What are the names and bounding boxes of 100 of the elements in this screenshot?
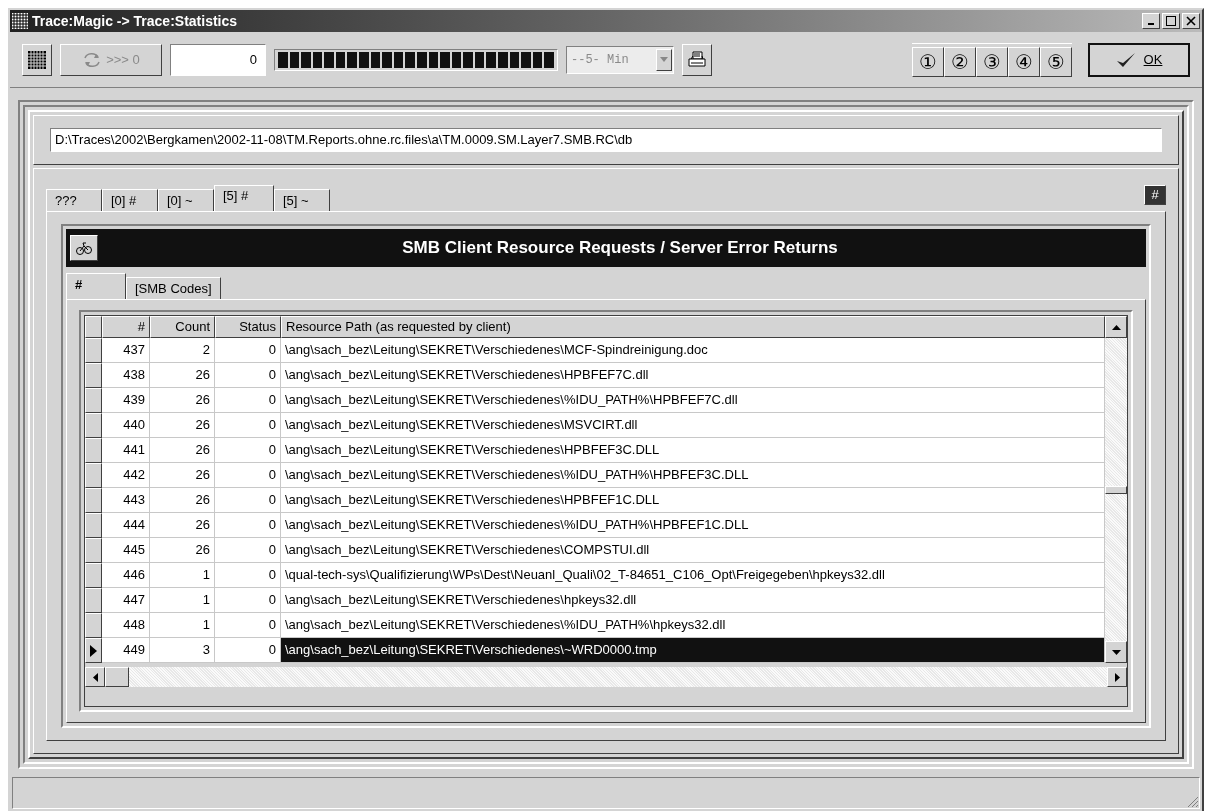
minimize-button[interactable]	[1142, 13, 1160, 29]
scroll-thumb[interactable]	[105, 667, 129, 687]
corner-button[interactable]: #	[1144, 185, 1166, 205]
row-indicator[interactable]	[85, 513, 102, 538]
table-cell: \ang\sach_bez\Leitung\SEKRET\Verschiedenes\~WRD0000.tmp	[281, 638, 1105, 663]
row-indicator[interactable]	[85, 563, 102, 588]
table-cell: 0	[215, 413, 281, 438]
slot-button[interactable]: ①	[912, 46, 944, 77]
slot-button[interactable]: ③	[976, 46, 1008, 77]
table-cell: 0	[215, 338, 281, 363]
row-indicator[interactable]	[85, 363, 102, 388]
table-cell: 0	[215, 638, 281, 663]
up-arrow-icon	[1111, 324, 1121, 330]
table-cell: \ang\sach_bez\Leitung\SEKRET\Verschiedenes\%IDU_PATH%\HPBFEF3C.DLL	[281, 463, 1105, 488]
row-indicator[interactable]	[85, 463, 102, 488]
grid-icon	[28, 50, 46, 69]
table-cell: 440	[102, 413, 150, 438]
table-cell: 1	[150, 588, 215, 613]
maximize-icon	[1166, 16, 1176, 26]
row-indicator[interactable]	[85, 388, 102, 413]
column-header[interactable]: Resource Path (as requested by client)	[281, 316, 1105, 338]
table-cell: \ang\sach_bez\Leitung\SEKRET\Verschiedenes\HPBFEF3C.DLL	[281, 438, 1105, 463]
path-field[interactable]: D:\Traces\2002\Bergkamen\2002-11-08\TM.Reports.ohne.rc.files\a\TM.0009.SM.Layer7.SMB.RC\db	[50, 128, 1162, 152]
table-cell: 446	[102, 563, 150, 588]
vertical-scrollbar[interactable]	[1105, 316, 1127, 663]
tab[interactable]: [5] ~	[274, 189, 330, 211]
table-cell: 26	[150, 438, 215, 463]
table-cell: 26	[150, 538, 215, 563]
bicycle-button[interactable]	[70, 235, 98, 261]
table-cell: 1	[150, 563, 215, 588]
close-button[interactable]	[1182, 13, 1200, 29]
table-cell: \qual-tech-sys\Qualifizierung\WPs\Dest\Neuanl_Quali\02_T-84651_C106_Opt\Freigegeben\hpkeys32.dll	[281, 563, 1105, 588]
printer-icon	[687, 50, 707, 69]
column-header[interactable]: Count	[150, 316, 215, 338]
scroll-left-button[interactable]	[85, 667, 105, 687]
slot-button[interactable]: ④	[1008, 46, 1040, 77]
table-cell: 437	[102, 338, 150, 363]
row-indicator[interactable]	[85, 338, 102, 363]
checkmark-icon	[1115, 51, 1136, 68]
table-cell: 441	[102, 438, 150, 463]
tab[interactable]: ???	[46, 189, 102, 211]
print-button[interactable]	[682, 43, 712, 76]
table-cell: 0	[215, 463, 281, 488]
table-cell: 0	[215, 438, 281, 463]
grid-view-button[interactable]	[22, 43, 52, 76]
table-cell: 442	[102, 463, 150, 488]
column-header[interactable]: #	[102, 316, 150, 338]
row-indicator[interactable]	[85, 613, 102, 638]
tab[interactable]: [0] #	[102, 189, 158, 211]
horizontal-scrollbar[interactable]	[85, 667, 1127, 687]
table-cell: 0	[215, 488, 281, 513]
table-cell: 0	[215, 563, 281, 588]
table-cell: 445	[102, 538, 150, 563]
subtab[interactable]: [SMB Codes]	[126, 277, 221, 299]
row-indicator[interactable]	[85, 588, 102, 613]
slot-button[interactable]: ②	[944, 46, 976, 77]
scroll-up-button[interactable]	[1105, 316, 1127, 338]
slot-button[interactable]: ⑤	[1040, 46, 1072, 77]
table-cell: \ang\sach_bez\Leitung\SEKRET\Verschiedenes\HPBFEF7C.dll	[281, 363, 1105, 388]
row-indicator[interactable]	[85, 438, 102, 463]
table-cell: 0	[215, 363, 281, 388]
table-cell: 26	[150, 388, 215, 413]
refresh-icon	[82, 50, 103, 69]
table-cell: 449	[102, 638, 150, 663]
table-cell: \ang\sach_bez\Leitung\SEKRET\Verschiedenes\%IDU_PATH%\HPBFEF7C.dll	[281, 388, 1105, 413]
table-cell: \ang\sach_bez\Leitung\SEKRET\Verschiedenes\MCF-Spindreinigung.doc	[281, 338, 1105, 363]
row-indicator[interactable]	[85, 538, 102, 563]
table-cell: 439	[102, 388, 150, 413]
table-cell: 0	[215, 588, 281, 613]
scroll-thumb[interactable]	[1105, 485, 1127, 494]
row-indicator[interactable]	[85, 488, 102, 513]
table-cell: \ang\sach_bez\Leitung\SEKRET\Verschiedenes\hpkeys32.dll	[281, 588, 1105, 613]
tab[interactable]: [5] #	[214, 185, 274, 211]
subtab[interactable]: #	[66, 273, 126, 299]
report-title: SMB Client Resource Requests / Server Error Returns	[401, 237, 839, 260]
right-arrow-icon	[1114, 672, 1120, 682]
table-cell: 26	[150, 463, 215, 488]
current-row-icon	[90, 644, 97, 657]
table-cell: 26	[150, 513, 215, 538]
scroll-right-button[interactable]	[1107, 667, 1127, 687]
table-cell: 1	[150, 613, 215, 638]
down-arrow-icon	[660, 57, 668, 62]
column-header[interactable]: Status	[215, 316, 281, 338]
row-indicator[interactable]	[85, 638, 102, 663]
ok-button[interactable]: OK	[1088, 42, 1190, 77]
maximize-button[interactable]	[1162, 13, 1180, 29]
row-indicator[interactable]	[85, 413, 102, 438]
table-cell: 26	[150, 488, 215, 513]
table-cell: 0	[215, 613, 281, 638]
down-arrow-icon	[1111, 649, 1121, 655]
table-cell: 444	[102, 513, 150, 538]
scroll-down-button[interactable]	[1105, 641, 1127, 663]
table-cell: 0	[215, 513, 281, 538]
tab[interactable]: [0] ~	[158, 189, 214, 211]
table-cell: 3	[150, 638, 215, 663]
table-cell: \ang\sach_bez\Leitung\SEKRET\Verschiedenes\MSVCIRT.dll	[281, 413, 1105, 438]
table-cell: 438	[102, 363, 150, 388]
table-cell: 448	[102, 613, 150, 638]
window-title: Trace:Magic -> Trace:Statistics	[32, 11, 238, 31]
counter-field[interactable]: 0	[170, 43, 266, 76]
